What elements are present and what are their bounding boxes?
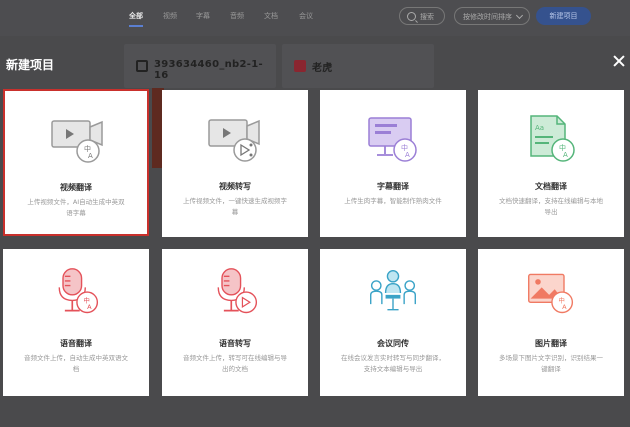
- tab-subtitle[interactable]: 字幕: [196, 11, 210, 21]
- card-description: 音频文件上传，转写可在线编辑与导出的文档: [183, 354, 287, 373]
- card-description: 上传视频文件，AI自动生成中英双语字幕: [27, 198, 125, 217]
- subtitle-file-icon: [136, 60, 148, 72]
- card-description: 音频文件上传，自动生成中英双语文档: [24, 354, 128, 373]
- card-subtitle-translate[interactable]: 中 A 字幕翻译 上传生肉字幕，智能制作熟肉文件: [320, 90, 466, 237]
- card-description: 上传视频文件，一键快速生成视频字幕: [183, 197, 287, 216]
- tab-all[interactable]: 全部: [129, 11, 143, 27]
- tab-meeting[interactable]: 会议: [299, 11, 313, 21]
- card-title: 视频翻译: [60, 183, 92, 192]
- modal-title: 新建项目: [6, 58, 55, 72]
- card-description: 在线会议发言实时转写与同步翻译，支持文本编辑与导出: [341, 354, 445, 373]
- audio-translate-icon: 中 A: [58, 268, 99, 314]
- close-icon[interactable]: [612, 54, 626, 68]
- card-title: 语音转写: [219, 339, 251, 348]
- svg-text:Aa: Aa: [535, 124, 544, 132]
- card-title: 字幕翻译: [377, 182, 409, 191]
- video-transcribe-icon: [208, 119, 260, 162]
- search-label: 搜索: [420, 13, 434, 21]
- document-file-icon: [294, 60, 306, 72]
- audio-transcribe-icon: [217, 268, 258, 314]
- sort-label: 按修改时间排序: [463, 13, 512, 21]
- project-card[interactable]: 老虎: [282, 44, 434, 88]
- card-audio-transcribe[interactable]: 语音转写 音频文件上传，转写可在线编辑与导出的文档: [162, 249, 308, 396]
- chevron-down-icon: [515, 11, 524, 20]
- search-icon: [407, 12, 416, 21]
- card-title: 会议同传: [377, 339, 409, 348]
- project-name: 老虎: [312, 63, 333, 74]
- search-box[interactable]: 搜索: [399, 7, 445, 25]
- subtitle-translate-icon: 中 A: [368, 117, 417, 162]
- card-document-translate[interactable]: Aa 中 A 文档翻译 文档快速翻译，支持在线编辑与本地导出: [478, 90, 624, 237]
- card-image-translate[interactable]: 中 A 图片翻译 多场景下图片文字识别，识别结果一键翻译: [478, 249, 624, 396]
- card-title: 图片翻译: [535, 339, 567, 348]
- card-title: 视频转写: [219, 182, 251, 191]
- svg-text:A: A: [88, 152, 93, 160]
- card-video-transcribe[interactable]: 视频转写 上传视频文件，一键快速生成视频字幕: [162, 90, 308, 237]
- sort-dropdown[interactable]: 按修改时间排序: [454, 7, 530, 25]
- card-meeting-interpret[interactable]: 会议同传 在线会议发言实时转写与同步翻译，支持文本编辑与导出: [320, 249, 466, 396]
- card-audio-translate[interactable]: 中 A 语音翻译 音频文件上传，自动生成中英双语文档: [3, 249, 149, 396]
- image-translate-icon: 中 A: [528, 273, 574, 314]
- svg-text:A: A: [563, 151, 568, 159]
- meeting-interpret-icon: [370, 270, 416, 311]
- video-translate-icon: 中 A: [51, 120, 103, 163]
- card-description: 文档快速翻译，支持在线编辑与本地导出: [499, 197, 603, 216]
- svg-text:A: A: [405, 151, 410, 159]
- svg-text:A: A: [87, 303, 92, 311]
- card-video-translate[interactable]: 中 A 视频翻译 上传视频文件，AI自动生成中英双语字幕: [3, 89, 149, 236]
- document-translate-icon: Aa 中 A: [530, 115, 575, 162]
- card-title: 语音翻译: [60, 339, 92, 348]
- new-project-button[interactable]: 新建项目: [536, 7, 591, 25]
- card-title: 文档翻译: [535, 182, 567, 191]
- tab-document[interactable]: 文档: [264, 11, 278, 21]
- tab-audio[interactable]: 音频: [230, 11, 244, 21]
- card-description: 多场景下图片文字识别，识别结果一键翻译: [499, 354, 603, 373]
- project-name: 393634460_nb2-1-16: [154, 59, 263, 81]
- tab-video[interactable]: 视频: [163, 11, 177, 21]
- svg-text:A: A: [562, 303, 567, 311]
- project-card[interactable]: 393634460_nb2-1-16: [124, 44, 276, 88]
- card-description: 上传生肉字幕，智能制作熟肉文件: [344, 197, 442, 205]
